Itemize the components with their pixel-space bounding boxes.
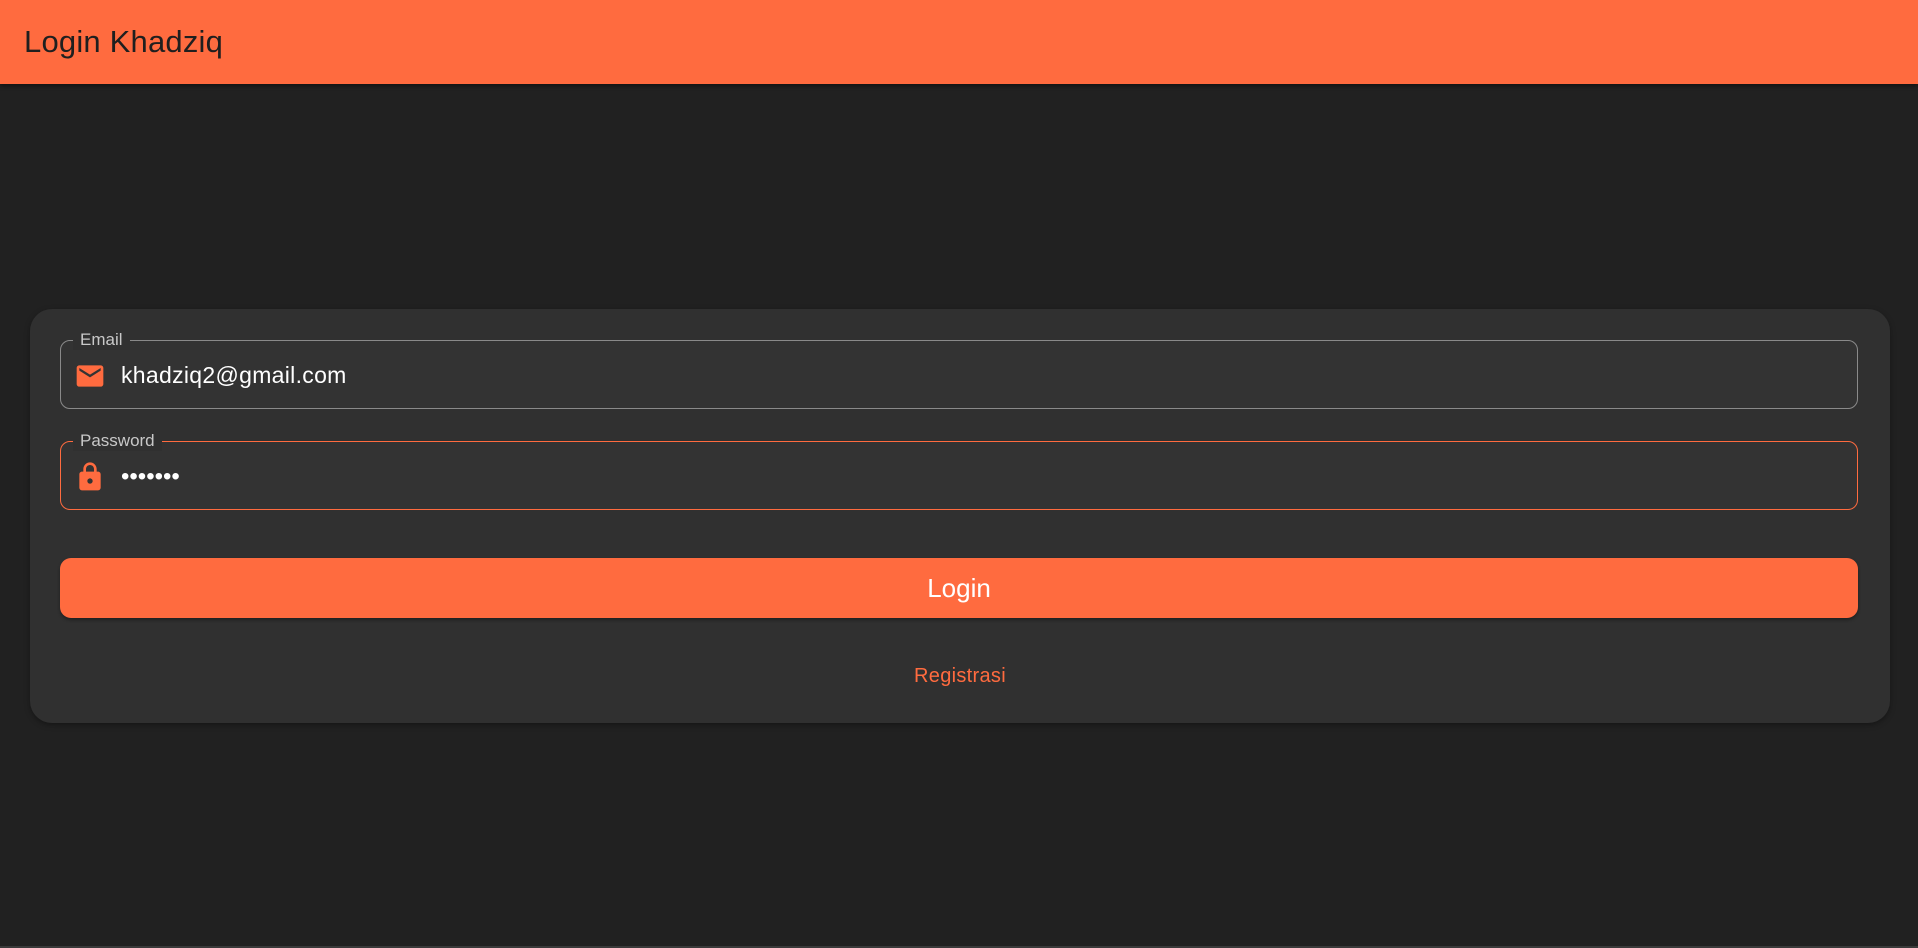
password-input[interactable]: ••••••• <box>121 442 180 511</box>
lock-icon <box>74 461 106 493</box>
password-field[interactable]: Password ••••••• <box>60 431 1858 511</box>
email-field[interactable]: Email khadziq2@gmail.com <box>60 330 1858 410</box>
mail-icon <box>74 360 106 392</box>
email-input[interactable]: khadziq2@gmail.com <box>121 341 347 410</box>
app-bar: Login Khadziq <box>0 0 1918 84</box>
login-button[interactable]: Login <box>60 558 1858 618</box>
app-title: Login Khadziq <box>24 24 224 59</box>
register-link[interactable]: Registrasi <box>30 665 1890 688</box>
login-card: Email khadziq2@gmail.com Password ••••••… <box>30 309 1890 723</box>
